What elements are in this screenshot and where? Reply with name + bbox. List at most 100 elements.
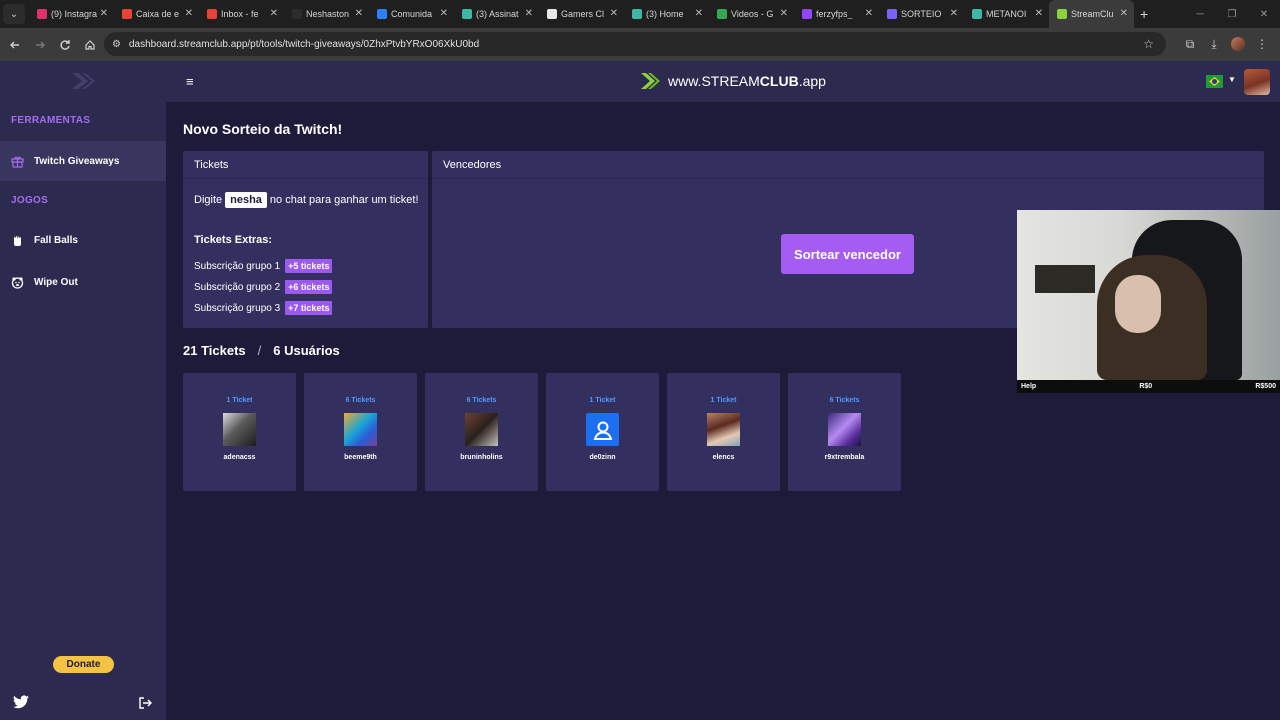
extra-badge: +7 tickets [285,301,333,315]
webcam-overlay: Help R$0 R$500 [1017,210,1280,393]
language-caret-icon[interactable]: ▼ [1228,75,1236,84]
browser-tab[interactable]: StreamClu ✕ [1049,0,1134,28]
tab-close-icon[interactable]: ✕ [1035,8,1043,19]
browser-tab[interactable]: (9) Instagra ✕ [29,0,114,28]
browser-tab[interactable]: SORTEIO ✕ [879,0,964,28]
tab-favicon-icon [462,9,472,19]
tab-close-icon[interactable]: ✕ [950,8,958,19]
donate-button[interactable]: Donate [53,656,114,673]
tab-close-icon[interactable]: ✕ [780,8,788,19]
participant-name: de0zinn [589,454,616,461]
profile-button[interactable] [1226,32,1250,56]
winners-card-heading: Vencedores [432,151,1264,179]
browser-tab[interactable]: Caixa de e ✕ [114,0,199,28]
brand-suffix: .app [798,73,826,89]
tab-favicon-icon [122,9,132,19]
keyword-instruction: Digite nesha no chat para ganhar um tick… [194,192,419,208]
browser-tab[interactable]: Gamers Cl ✕ [539,0,624,28]
participant-card[interactable]: 1 Ticket de0zinn [546,373,659,491]
address-bar[interactable]: ⚙ dashboard.streamclub.app/pt/tools/twit… [104,32,1166,56]
tab-close-icon[interactable]: ✕ [865,8,873,19]
maximize-icon[interactable]: ❐ [1216,0,1248,28]
browser-tab[interactable]: Comunida ✕ [369,0,454,28]
tab-favicon-icon [632,9,642,19]
tab-favicon-icon [377,9,387,19]
close-window-icon[interactable]: ✕ [1248,0,1280,28]
tab-close-icon[interactable]: ✕ [610,8,618,19]
browser-tab[interactable]: ferzyfps_ ✕ [794,0,879,28]
sidebar: FERRAMENTAS Twitch Giveaways JOGOS Fall … [0,61,166,720]
brazil-flag-icon[interactable] [1206,75,1223,88]
sidebar-item-fall-balls[interactable]: Fall Balls [0,220,166,260]
participant-card[interactable]: 1 Ticket elencs [667,373,780,491]
bookmark-star-icon[interactable]: ☆ [1143,37,1154,51]
tab-close-icon[interactable]: ✕ [525,8,533,19]
participant-card[interactable]: 1 Ticket adenacss [183,373,296,491]
tab-close-icon[interactable]: ✕ [440,8,448,19]
webcam-face [1115,275,1161,333]
browser-tab[interactable]: (3) Home ✕ [624,0,709,28]
instruction-after: no chat para ganhar um ticket! [269,194,419,206]
menu-dots-icon[interactable]: ⋮ [1250,32,1274,56]
twitter-icon[interactable] [13,695,29,709]
tab-favicon-icon [972,9,982,19]
tab-search-button[interactable]: ⌄ [3,4,25,24]
browser-tab[interactable]: (3) Assinat ✕ [454,0,539,28]
minimize-icon[interactable]: ─ [1184,0,1216,28]
sidebar-section-games: JOGOS [11,195,49,206]
extensions-icon[interactable]: ⧉ [1178,32,1202,56]
brand-logo[interactable]: www.STREAMCLUB.app [640,71,826,91]
tab-close-icon[interactable]: ✕ [270,8,278,19]
tab-title: (3) Assinat [476,9,519,19]
draw-winner-button[interactable]: Sortear vencedor [781,234,914,274]
participant-avatar [465,413,498,446]
participant-name: beeme9th [344,454,377,461]
participant-name: elencs [712,454,735,461]
participant-name: r9xtrembala [824,454,865,461]
tab-close-icon[interactable]: ✕ [185,8,193,19]
tab-favicon-icon [292,9,302,19]
tab-close-icon[interactable]: ✕ [695,8,703,19]
tab-close-icon[interactable]: ✕ [1120,8,1128,19]
browser-tab[interactable]: METANOI ✕ [964,0,1049,28]
tab-close-icon[interactable]: ✕ [355,8,363,19]
participant-card[interactable]: 6 Tickets r9xtrembala [788,373,901,491]
app-header: ≡ www.STREAMCLUB.app ▼ [166,61,1280,102]
url-text[interactable]: dashboard.streamclub.app/pt/tools/twitch… [129,39,479,50]
participant-tickets: 1 Ticket [226,397,253,404]
tab-title: StreamClu [1071,9,1114,19]
sidebar-item-wipe-out[interactable]: Wipe Out [0,262,166,302]
tab-strip: (9) Instagra ✕ Caixa de e ✕ Inbox - fe ✕ Nesha… [29,0,1134,28]
download-icon[interactable]: ⤓ [1202,32,1226,56]
home-icon [85,39,95,50]
home-button[interactable] [78,33,102,57]
site-info-icon[interactable]: ⚙ [112,39,121,50]
menu-hamburger-icon[interactable]: ≡ [186,74,194,89]
participant-avatar [707,413,740,446]
tab-close-icon[interactable]: ✕ [100,8,108,19]
participant-avatar [344,413,377,446]
user-avatar[interactable] [1244,69,1270,95]
participant-card[interactable]: 6 Tickets bruninholins [425,373,538,491]
webcam-poster [1035,265,1095,293]
tab-favicon-icon [717,9,727,19]
instruction-before: Digite [194,194,223,206]
profile-avatar [1231,37,1245,51]
forward-button[interactable] [28,33,52,57]
browser-tab[interactable]: Inbox - fe ✕ [199,0,284,28]
browser-extensions: ⧉ ⤓ ⋮ [1178,32,1274,56]
participant-avatar [828,413,861,446]
new-tab-button[interactable]: + [1140,6,1148,22]
browser-tab[interactable]: Videos - G ✕ [709,0,794,28]
participant-card[interactable]: 6 Tickets beeme9th [304,373,417,491]
back-button[interactable] [3,33,27,57]
sidebar-item-label: Fall Balls [34,234,78,246]
tab-title: (9) Instagra [51,9,98,19]
bear-icon [10,275,24,289]
logout-icon[interactable] [138,696,152,710]
webcam-goal-bar: Help R$0 R$500 [1017,380,1280,393]
reload-button[interactable] [53,33,77,57]
sidebar-item-twitch-giveaways[interactable]: Twitch Giveaways [0,141,166,181]
browser-tab[interactable]: Neshaston ✕ [284,0,369,28]
tab-title: Inbox - fe [221,9,259,19]
